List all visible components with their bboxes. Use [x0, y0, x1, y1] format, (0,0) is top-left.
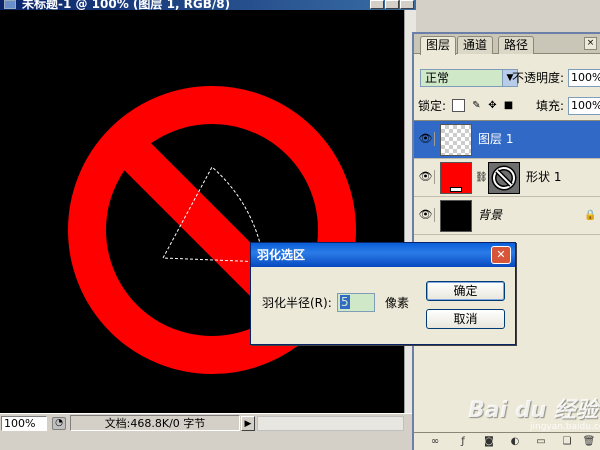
dialog-title: 羽化选区 [257, 248, 306, 262]
panel-menu-icon[interactable]: × [584, 37, 597, 50]
workspace-bottom [0, 431, 416, 450]
status-bar: 100% ◔ 文档:468.8K/0 字节 ▶ [0, 413, 416, 431]
layer-row-layer1[interactable]: 👁 图层 1 [414, 121, 600, 159]
cancel-button[interactable]: 取消 [426, 309, 505, 329]
lock-icon: 🔒 [584, 210, 597, 221]
blend-mode-value: 正常 [425, 71, 450, 85]
new-group-icon[interactable]: ▭ [534, 435, 548, 449]
lock-all-icon[interactable]: ■ [502, 99, 515, 112]
layer-thumbnail [440, 200, 472, 232]
blend-mode-select[interactable]: 正常 ▼ [420, 69, 518, 87]
document-titlebar[interactable]: 未标题-1 @ 100% (图层 1, RGB/8) [0, 0, 416, 10]
visibility-eye-icon[interactable]: 👁 [417, 170, 435, 184]
lock-move-icon[interactable]: ✥ [486, 99, 499, 112]
layer-row-shape1[interactable]: 👁 ⛓ 形状 1 [414, 159, 600, 197]
tab-layers[interactable]: 图层 [420, 36, 457, 55]
lock-label: 锁定: [418, 99, 447, 113]
layer-row-background[interactable]: 👁 背景 🔒 [414, 197, 600, 235]
baidu-watermark-logo: Bai du 经验 [468, 392, 598, 424]
layer-thumbnail [440, 162, 472, 194]
new-layer-icon[interactable]: ❏ [560, 435, 574, 449]
horizontal-scrollbar[interactable] [257, 416, 404, 431]
document-canvas[interactable] [0, 10, 404, 413]
close-button[interactable] [400, 0, 414, 9]
canvas-artwork [0, 10, 404, 413]
opacity-input[interactable]: 100% [568, 69, 600, 87]
zoom-field[interactable]: 100% [1, 416, 47, 431]
dialog-titlebar[interactable]: 羽化选区 ✕ [251, 243, 515, 267]
adjustment-layer-icon[interactable]: ◐ [508, 435, 522, 449]
link-chain-icon[interactable]: ⛓ [475, 171, 488, 185]
fill-label: 填充: [536, 99, 565, 113]
minimize-button[interactable] [370, 0, 384, 9]
layer-name: 图层 1 [478, 132, 514, 146]
layer-style-icon[interactable]: ƒ [456, 435, 470, 449]
opacity-label: 不透明度: [512, 71, 565, 85]
maximize-button[interactable] [385, 0, 399, 9]
status-info-icon[interactable]: ◔ [52, 417, 66, 430]
panel-tabs: 图层 通道 路径 × [414, 34, 600, 55]
shape-fill-marker [450, 187, 462, 192]
visibility-eye-icon[interactable]: 👁 [417, 208, 435, 222]
tab-paths[interactable]: 路径 [498, 36, 535, 54]
photoshop-document-icon [4, 0, 16, 9]
vector-mask-thumbnail [488, 162, 520, 194]
document-window: 未标题-1 @ 100% (图层 1, RGB/8) 100% ◔ 文档:468… [0, 0, 416, 450]
document-size-info: 文档:468.8K/0 字节 [70, 415, 240, 431]
lock-transparency-icon[interactable] [452, 99, 465, 112]
ok-button[interactable]: 确定 [426, 281, 505, 301]
lock-brush-icon[interactable]: ✎ [470, 99, 483, 112]
layers-panel-toolbar: ∞ ƒ ◙ ◐ ▭ ❏ 🗑 [414, 432, 600, 450]
watermark-url: jingyan.baidu.com [530, 422, 600, 432]
watermark-brand: Bai du 经验 [468, 398, 598, 423]
tab-channels[interactable]: 通道 [457, 36, 494, 54]
no-sign-icon [491, 165, 517, 191]
add-mask-icon[interactable]: ◙ [482, 435, 496, 449]
dialog-close-button[interactable]: ✕ [491, 246, 511, 264]
visibility-eye-icon[interactable]: 👁 [417, 132, 435, 146]
layer-name: 背景 [478, 208, 503, 222]
feather-selection-dialog: 羽化选区 ✕ 羽化半径(R): 5 像素 确定 取消 [250, 242, 516, 345]
link-layers-icon[interactable]: ∞ [428, 435, 442, 449]
feather-radius-input[interactable]: 5 [337, 293, 375, 312]
status-menu-arrow-icon[interactable]: ▶ [241, 416, 255, 431]
delete-layer-icon[interactable]: 🗑 [582, 435, 596, 449]
feather-radius-value: 5 [340, 295, 350, 309]
layer-thumbnail [440, 124, 472, 156]
layer-name: 形状 1 [526, 170, 562, 184]
document-title: 未标题-1 @ 100% (图层 1, RGB/8) [22, 0, 231, 10]
feather-radius-unit: 像素 [385, 296, 410, 310]
layers-panel: 图层 通道 路径 × 正常 ▼ 不透明度: 100% 锁定: ✎ ✥ ■ 填充:… [412, 32, 600, 450]
feather-radius-label: 羽化半径(R): [262, 296, 332, 310]
fill-input[interactable]: 100% [568, 97, 600, 115]
